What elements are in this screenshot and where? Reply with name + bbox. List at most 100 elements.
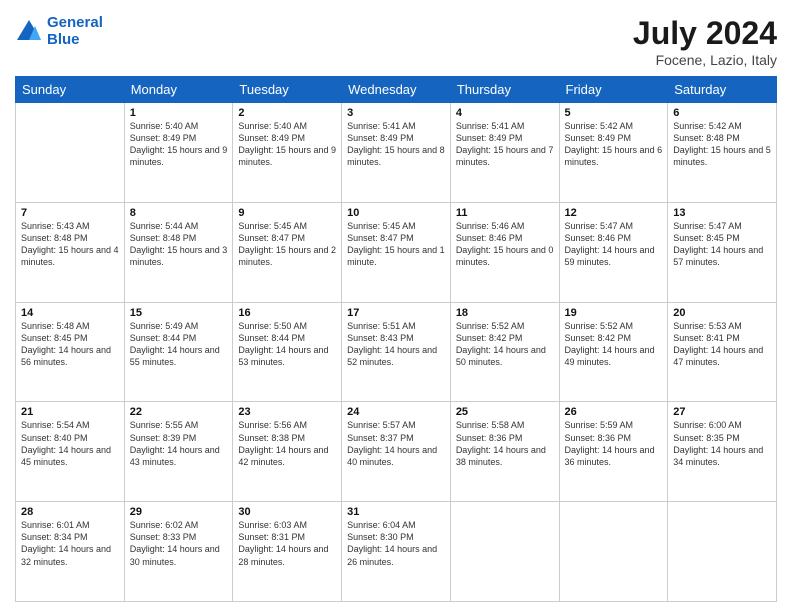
day-info: Sunrise: 5:42 AMSunset: 8:48 PMDaylight:…: [673, 120, 771, 169]
day-number: 24: [347, 406, 445, 418]
day-number: 16: [238, 307, 336, 319]
day-number: 30: [238, 506, 336, 518]
day-info: Sunrise: 5:45 AMSunset: 8:47 PMDaylight:…: [238, 220, 336, 269]
calendar-cell: 14Sunrise: 5:48 AMSunset: 8:45 PMDayligh…: [16, 302, 125, 402]
day-info: Sunrise: 5:50 AMSunset: 8:44 PMDaylight:…: [238, 320, 336, 369]
day-number: 3: [347, 107, 445, 119]
col-saturday: Saturday: [668, 77, 777, 103]
calendar-cell: 8Sunrise: 5:44 AMSunset: 8:48 PMDaylight…: [124, 202, 233, 302]
calendar-cell: 4Sunrise: 5:41 AMSunset: 8:49 PMDaylight…: [450, 103, 559, 203]
day-info: Sunrise: 5:42 AMSunset: 8:49 PMDaylight:…: [565, 120, 663, 169]
day-info: Sunrise: 5:44 AMSunset: 8:48 PMDaylight:…: [130, 220, 228, 269]
day-number: 21: [21, 406, 119, 418]
month-title: July 2024: [633, 15, 777, 52]
day-number: 20: [673, 307, 771, 319]
calendar-cell: 7Sunrise: 5:43 AMSunset: 8:48 PMDaylight…: [16, 202, 125, 302]
day-number: 29: [130, 506, 228, 518]
week-row-2: 14Sunrise: 5:48 AMSunset: 8:45 PMDayligh…: [16, 302, 777, 402]
day-info: Sunrise: 5:51 AMSunset: 8:43 PMDaylight:…: [347, 320, 445, 369]
day-number: 7: [21, 207, 119, 219]
col-sunday: Sunday: [16, 77, 125, 103]
day-info: Sunrise: 5:53 AMSunset: 8:41 PMDaylight:…: [673, 320, 771, 369]
day-info: Sunrise: 5:43 AMSunset: 8:48 PMDaylight:…: [21, 220, 119, 269]
day-info: Sunrise: 5:49 AMSunset: 8:44 PMDaylight:…: [130, 320, 228, 369]
week-row-0: 1Sunrise: 5:40 AMSunset: 8:49 PMDaylight…: [16, 103, 777, 203]
day-number: 6: [673, 107, 771, 119]
day-number: 11: [456, 207, 554, 219]
location: Focene, Lazio, Italy: [633, 52, 777, 68]
day-info: Sunrise: 5:56 AMSunset: 8:38 PMDaylight:…: [238, 419, 336, 468]
day-number: 23: [238, 406, 336, 418]
day-number: 27: [673, 406, 771, 418]
day-number: 9: [238, 207, 336, 219]
day-number: 18: [456, 307, 554, 319]
day-info: Sunrise: 5:48 AMSunset: 8:45 PMDaylight:…: [21, 320, 119, 369]
day-number: 19: [565, 307, 663, 319]
day-info: Sunrise: 5:40 AMSunset: 8:49 PMDaylight:…: [238, 120, 336, 169]
calendar-cell: 3Sunrise: 5:41 AMSunset: 8:49 PMDaylight…: [342, 103, 451, 203]
calendar-cell: 18Sunrise: 5:52 AMSunset: 8:42 PMDayligh…: [450, 302, 559, 402]
calendar-cell: 23Sunrise: 5:56 AMSunset: 8:38 PMDayligh…: [233, 402, 342, 502]
day-number: 10: [347, 207, 445, 219]
day-number: 1: [130, 107, 228, 119]
day-info: Sunrise: 5:59 AMSunset: 8:36 PMDaylight:…: [565, 419, 663, 468]
logo-text: General Blue: [47, 15, 103, 48]
day-number: 4: [456, 107, 554, 119]
header: General Blue July 2024 Focene, Lazio, It…: [15, 15, 777, 68]
calendar-cell: 26Sunrise: 5:59 AMSunset: 8:36 PMDayligh…: [559, 402, 668, 502]
day-number: 12: [565, 207, 663, 219]
calendar-cell: 16Sunrise: 5:50 AMSunset: 8:44 PMDayligh…: [233, 302, 342, 402]
day-info: Sunrise: 6:01 AMSunset: 8:34 PMDaylight:…: [21, 519, 119, 568]
calendar-cell: 6Sunrise: 5:42 AMSunset: 8:48 PMDaylight…: [668, 103, 777, 203]
calendar-cell: 15Sunrise: 5:49 AMSunset: 8:44 PMDayligh…: [124, 302, 233, 402]
header-row: Sunday Monday Tuesday Wednesday Thursday…: [16, 77, 777, 103]
col-friday: Friday: [559, 77, 668, 103]
week-row-3: 21Sunrise: 5:54 AMSunset: 8:40 PMDayligh…: [16, 402, 777, 502]
calendar-cell: 21Sunrise: 5:54 AMSunset: 8:40 PMDayligh…: [16, 402, 125, 502]
calendar-cell: 13Sunrise: 5:47 AMSunset: 8:45 PMDayligh…: [668, 202, 777, 302]
day-number: 2: [238, 107, 336, 119]
calendar-cell: 27Sunrise: 6:00 AMSunset: 8:35 PMDayligh…: [668, 402, 777, 502]
day-info: Sunrise: 6:00 AMSunset: 8:35 PMDaylight:…: [673, 419, 771, 468]
title-section: July 2024 Focene, Lazio, Italy: [633, 15, 777, 68]
day-info: Sunrise: 5:46 AMSunset: 8:46 PMDaylight:…: [456, 220, 554, 269]
calendar-cell: 12Sunrise: 5:47 AMSunset: 8:46 PMDayligh…: [559, 202, 668, 302]
day-info: Sunrise: 6:03 AMSunset: 8:31 PMDaylight:…: [238, 519, 336, 568]
day-number: 25: [456, 406, 554, 418]
day-info: Sunrise: 5:58 AMSunset: 8:36 PMDaylight:…: [456, 419, 554, 468]
col-monday: Monday: [124, 77, 233, 103]
col-thursday: Thursday: [450, 77, 559, 103]
calendar-cell: 5Sunrise: 5:42 AMSunset: 8:49 PMDaylight…: [559, 103, 668, 203]
calendar-cell: 31Sunrise: 6:04 AMSunset: 8:30 PMDayligh…: [342, 502, 451, 602]
day-info: Sunrise: 6:04 AMSunset: 8:30 PMDaylight:…: [347, 519, 445, 568]
calendar-cell: 24Sunrise: 5:57 AMSunset: 8:37 PMDayligh…: [342, 402, 451, 502]
calendar-cell: [16, 103, 125, 203]
calendar-cell: 10Sunrise: 5:45 AMSunset: 8:47 PMDayligh…: [342, 202, 451, 302]
day-info: Sunrise: 5:52 AMSunset: 8:42 PMDaylight:…: [565, 320, 663, 369]
col-wednesday: Wednesday: [342, 77, 451, 103]
calendar-cell: 22Sunrise: 5:55 AMSunset: 8:39 PMDayligh…: [124, 402, 233, 502]
day-number: 17: [347, 307, 445, 319]
week-row-4: 28Sunrise: 6:01 AMSunset: 8:34 PMDayligh…: [16, 502, 777, 602]
day-number: 31: [347, 506, 445, 518]
day-number: 13: [673, 207, 771, 219]
week-row-1: 7Sunrise: 5:43 AMSunset: 8:48 PMDaylight…: [16, 202, 777, 302]
calendar-cell: 28Sunrise: 6:01 AMSunset: 8:34 PMDayligh…: [16, 502, 125, 602]
day-number: 8: [130, 207, 228, 219]
day-number: 26: [565, 406, 663, 418]
calendar-cell: 30Sunrise: 6:03 AMSunset: 8:31 PMDayligh…: [233, 502, 342, 602]
calendar-cell: [450, 502, 559, 602]
day-info: Sunrise: 5:54 AMSunset: 8:40 PMDaylight:…: [21, 419, 119, 468]
calendar-cell: 25Sunrise: 5:58 AMSunset: 8:36 PMDayligh…: [450, 402, 559, 502]
day-info: Sunrise: 5:41 AMSunset: 8:49 PMDaylight:…: [347, 120, 445, 169]
calendar-cell: [559, 502, 668, 602]
calendar-cell: 20Sunrise: 5:53 AMSunset: 8:41 PMDayligh…: [668, 302, 777, 402]
day-info: Sunrise: 5:41 AMSunset: 8:49 PMDaylight:…: [456, 120, 554, 169]
calendar-cell: 9Sunrise: 5:45 AMSunset: 8:47 PMDaylight…: [233, 202, 342, 302]
day-info: Sunrise: 5:45 AMSunset: 8:47 PMDaylight:…: [347, 220, 445, 269]
day-number: 28: [21, 506, 119, 518]
logo-icon: [15, 18, 43, 46]
day-info: Sunrise: 5:40 AMSunset: 8:49 PMDaylight:…: [130, 120, 228, 169]
day-number: 22: [130, 406, 228, 418]
calendar-cell: [668, 502, 777, 602]
